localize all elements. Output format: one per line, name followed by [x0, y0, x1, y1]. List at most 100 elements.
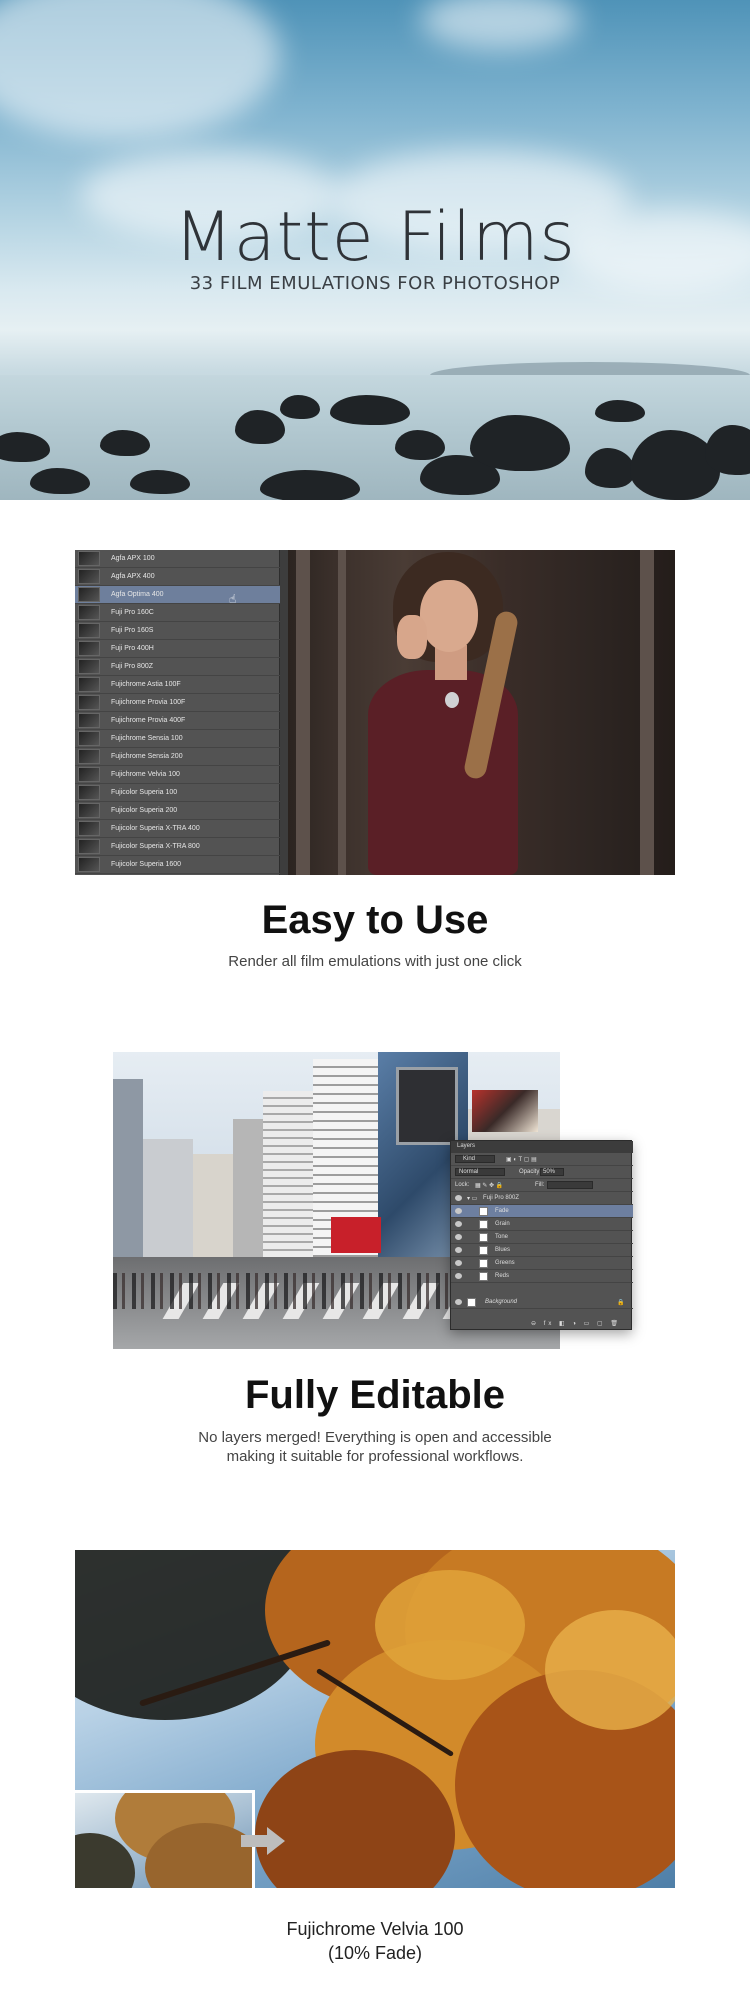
building [233, 1119, 263, 1259]
preset-item[interactable]: Fuji Pro 800Z [75, 658, 280, 676]
layer-row[interactable]: Reds [451, 1270, 633, 1283]
preset-item[interactable]: Fujicolor Superia X-TRA 400 [75, 820, 280, 838]
preset-thumbnail [78, 569, 100, 584]
preset-label: Fujicolor Superia 200 [111, 807, 178, 814]
preset-label: Fuji Pro 400H [111, 645, 154, 652]
preset-label: Fujichrome Sensia 200 [111, 753, 183, 760]
portrait-hand [397, 615, 427, 659]
layers-lock-row: Lock: ▦ ✎ ✥ 🔒 Fill: [451, 1179, 633, 1192]
layer-name: Fade [495, 1208, 509, 1214]
preset-item[interactable]: Fuji Pro 160S [75, 622, 280, 640]
preset-label: Fujichrome Astia 100F [111, 681, 181, 688]
visibility-eye-icon[interactable] [455, 1234, 462, 1240]
presets-list[interactable]: Agfa APX 100 Agfa APX 400 Agfa Optima 400 F… [75, 550, 280, 875]
preset-item[interactable]: Fuji Pro 400H [75, 640, 280, 658]
preset-thumbnail [78, 605, 100, 620]
autumn-foliage [545, 1610, 675, 1730]
layer-actions-icon[interactable]: ⊖ fx ◧ ◑ ▭ ▢ 🗑 [531, 1320, 621, 1327]
preset-thumbnail [78, 659, 100, 674]
preset-item[interactable]: Fujicolor Superia 1600 [75, 856, 280, 874]
layer-mask-thumbnail [479, 1272, 488, 1281]
layers-tab[interactable]: Layers [451, 1141, 633, 1153]
autumn-foliage [375, 1570, 525, 1680]
easy-title: Easy to Use [261, 898, 489, 942]
screen [396, 1067, 458, 1145]
editable-description-line1: No layers merged! Everything is open and… [198, 1429, 552, 1446]
visibility-eye-icon[interactable] [455, 1260, 462, 1266]
visibility-eye-icon[interactable] [455, 1247, 462, 1253]
portrait-pendant [445, 692, 459, 708]
layer-row[interactable]: Fade [451, 1205, 633, 1218]
preset-thumbnail [78, 713, 100, 728]
presets-scrollbar[interactable] [280, 550, 288, 875]
screen [331, 1217, 381, 1253]
visibility-eye-icon[interactable] [455, 1195, 462, 1201]
preset-item[interactable]: Fujichrome Sensia 200 [75, 748, 280, 766]
visibility-eye-icon[interactable] [455, 1299, 462, 1305]
preset-thumbnail [78, 803, 100, 818]
visibility-eye-icon[interactable] [455, 1221, 462, 1227]
preset-label: Fujichrome Velvia 100 [111, 771, 180, 778]
preset-thumbnail [78, 785, 100, 800]
filter-icons-icon[interactable]: ▣ ◐ T ▢ ▤ [506, 1156, 537, 1163]
cloud [420, 0, 580, 50]
window-frame [338, 550, 346, 875]
visibility-eye-icon[interactable] [455, 1273, 462, 1279]
preset-label: Agfa APX 400 [111, 573, 155, 580]
preset-thumbnail [78, 641, 100, 656]
preset-label: Fuji Pro 160S [111, 627, 154, 634]
layer-row[interactable]: Blues [451, 1244, 633, 1257]
lock-icons-icon[interactable]: ▦ ✎ ✥ 🔒 [475, 1182, 503, 1189]
preset-item[interactable]: Fujicolor Superia 100 [75, 784, 280, 802]
layer-row[interactable]: Greens [451, 1257, 633, 1270]
preset-item[interactable]: Fujichrome Astia 100F [75, 676, 280, 694]
layer-thumbnail [467, 1298, 476, 1307]
layer-row[interactable]: Tone [451, 1231, 633, 1244]
building [143, 1139, 193, 1259]
background-layer-row[interactable]: Background 🔒 [451, 1296, 633, 1309]
layer-name: Reds [495, 1273, 510, 1279]
layer-row[interactable]: Grain [451, 1218, 633, 1231]
presets-screenshot: Agfa APX 100 Agfa APX 400 Agfa Optima 400 F… [75, 550, 675, 875]
preset-item[interactable]: Fuji Pro 160C [75, 604, 280, 622]
preset-item[interactable]: Fujichrome Provia 400F [75, 712, 280, 730]
layer-group-row[interactable]: ▾ ▭ Fuji Pro 800Z [451, 1192, 633, 1205]
layer-mask-thumbnail [479, 1233, 488, 1242]
preset-thumbnail [78, 767, 100, 782]
visibility-eye-icon[interactable] [455, 1208, 462, 1214]
layers-blend-row: Normal Opacity: 50% [451, 1166, 633, 1179]
building [193, 1154, 233, 1259]
window-frame [296, 550, 310, 875]
window-frame [640, 550, 654, 875]
preset-item[interactable]: Fujichrome Provia 100F [75, 694, 280, 712]
preset-item[interactable]: Fujicolor Superia X-TRA 800 [75, 838, 280, 856]
preset-label: Fujicolor Superia X-TRA 800 [111, 843, 200, 850]
folder-icon: ▾ ▭ [467, 1196, 478, 1202]
preset-label: Fuji Pro 160C [111, 609, 154, 616]
layer-name: Greens [495, 1260, 515, 1266]
building [113, 1079, 143, 1259]
preset-item[interactable]: Agfa APX 100 [75, 550, 280, 568]
fill-field[interactable] [547, 1181, 593, 1189]
layers-tab-label: Layers [457, 1143, 476, 1149]
preset-label: Fujichrome Provia 100F [111, 699, 186, 706]
preset-item[interactable]: Fujichrome Velvia 100 [75, 766, 280, 784]
preset-thumbnail [78, 623, 100, 638]
preset-thumbnail [78, 731, 100, 746]
layers-filter-row: Kind ▣ ◐ T ▢ ▤ [451, 1153, 633, 1166]
group-name: Fuji Pro 800Z [483, 1195, 520, 1201]
layer-mask-thumbnail [479, 1220, 488, 1229]
preset-thumbnail [78, 821, 100, 836]
preset-item[interactable]: Agfa Optima 400 [75, 586, 280, 604]
layer-name: Blues [495, 1247, 511, 1253]
easy-description: Render all film emulations with just one… [228, 953, 522, 970]
preset-item[interactable]: Agfa APX 400 [75, 568, 280, 586]
preset-item[interactable]: Fujicolor Superia 200 [75, 802, 280, 820]
preset-item[interactable]: Fujichrome Sensia 100 [75, 730, 280, 748]
preset-thumbnail [78, 587, 100, 602]
layers-footer: ⊖ fx ◧ ◑ ▭ ▢ 🗑 [451, 1317, 633, 1330]
preset-thumbnail [78, 695, 100, 710]
layers-panel[interactable]: Layers Kind ▣ ◐ T ▢ ▤ Normal Opacity: 50… [450, 1140, 633, 1330]
preset-thumbnail [78, 677, 100, 692]
preset-thumbnail [78, 839, 100, 854]
